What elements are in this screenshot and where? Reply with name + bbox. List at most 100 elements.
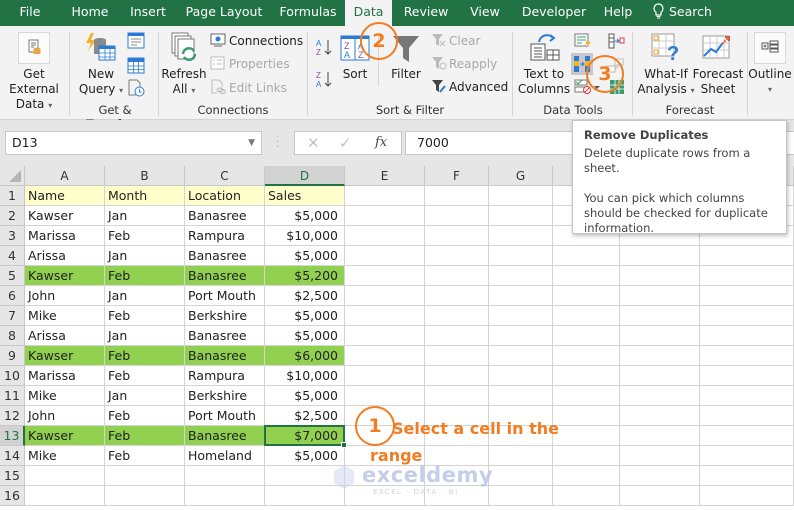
- sort-z-to-a-icon[interactable]: ZA: [315, 70, 333, 93]
- cell-b5[interactable]: Feb: [105, 266, 185, 286]
- cell-empty[interactable]: [345, 366, 425, 386]
- cell-c10[interactable]: Rampura: [185, 366, 265, 386]
- cell-a13[interactable]: Kawser: [25, 426, 105, 446]
- cell-b3[interactable]: Feb: [105, 226, 185, 246]
- cell-empty[interactable]: [489, 486, 553, 506]
- column-header-d[interactable]: D: [265, 166, 345, 186]
- column-header-g[interactable]: G: [489, 166, 553, 186]
- cell-empty[interactable]: [553, 426, 620, 446]
- cell-d9[interactable]: $6,000: [265, 346, 345, 366]
- consolidate-icon[interactable]: [607, 33, 625, 52]
- cell-empty[interactable]: [489, 246, 553, 266]
- recent-sources-icon[interactable]: [127, 79, 145, 100]
- cell-c5[interactable]: Banasree: [185, 266, 265, 286]
- name-box[interactable]: D13 ▼: [5, 131, 262, 155]
- cell-a10[interactable]: Marissa: [25, 366, 105, 386]
- cell-empty[interactable]: [489, 446, 553, 466]
- text-to-columns-button[interactable]: Text to Columns: [516, 67, 572, 97]
- cell-empty[interactable]: [345, 246, 425, 266]
- cell-b16[interactable]: [105, 486, 185, 506]
- reapply-button[interactable]: Reapply: [431, 56, 497, 72]
- cell-empty[interactable]: [553, 266, 620, 286]
- cell-empty[interactable]: [700, 266, 794, 286]
- cell-a8[interactable]: Arissa: [25, 326, 105, 346]
- cell-empty[interactable]: [425, 386, 489, 406]
- cell-c1[interactable]: Location: [185, 186, 265, 206]
- cell-empty[interactable]: [620, 386, 700, 406]
- cell-a15[interactable]: [25, 466, 105, 486]
- row-header[interactable]: 10: [0, 366, 25, 386]
- sort-a-to-z-icon[interactable]: AZ: [315, 38, 333, 61]
- cell-empty[interactable]: [620, 326, 700, 346]
- cell-c13[interactable]: Banasree: [185, 426, 265, 446]
- cell-empty[interactable]: [700, 326, 794, 346]
- cell-a1[interactable]: Name: [25, 186, 105, 206]
- cell-d3[interactable]: $10,000: [265, 226, 345, 246]
- cell-empty[interactable]: [620, 346, 700, 366]
- cancel-icon[interactable]: ✕: [307, 134, 320, 152]
- cell-empty[interactable]: [700, 426, 794, 446]
- cell-empty[interactable]: [700, 286, 794, 306]
- cell-b11[interactable]: Jan: [105, 386, 185, 406]
- row-header[interactable]: 1: [0, 186, 25, 206]
- row-header[interactable]: 13: [0, 426, 25, 446]
- cell-c9[interactable]: Banasree: [185, 346, 265, 366]
- cell-b15[interactable]: [105, 466, 185, 486]
- refresh-all-button[interactable]: Refresh All ▾: [160, 67, 208, 98]
- row-header[interactable]: 9: [0, 346, 25, 366]
- row-header[interactable]: 16: [0, 486, 25, 506]
- cell-c16[interactable]: [185, 486, 265, 506]
- cell-empty[interactable]: [425, 186, 489, 206]
- cell-empty[interactable]: [553, 486, 620, 506]
- cell-empty[interactable]: [425, 246, 489, 266]
- cell-d2[interactable]: $5,000: [265, 206, 345, 226]
- cell-empty[interactable]: [620, 446, 700, 466]
- cell-b4[interactable]: Jan: [105, 246, 185, 266]
- cell-empty[interactable]: [345, 226, 425, 246]
- cell-empty[interactable]: [553, 326, 620, 346]
- row-header[interactable]: 11: [0, 386, 25, 406]
- tab-view[interactable]: View: [464, 0, 506, 26]
- cell-empty[interactable]: [425, 346, 489, 366]
- cell-empty[interactable]: [620, 486, 700, 506]
- cell-empty[interactable]: [620, 366, 700, 386]
- get-external-data-button[interactable]: Get External Data ▾: [0, 67, 68, 113]
- row-header[interactable]: 8: [0, 326, 25, 346]
- cell-empty[interactable]: [620, 406, 700, 426]
- cell-c4[interactable]: Banasree: [185, 246, 265, 266]
- cell-b2[interactable]: Jan: [105, 206, 185, 226]
- cell-empty[interactable]: [425, 366, 489, 386]
- row-header[interactable]: 3: [0, 226, 25, 246]
- edit-links-button[interactable]: Edit Links: [210, 79, 287, 96]
- cell-empty[interactable]: [345, 346, 425, 366]
- column-header-b[interactable]: B: [105, 166, 185, 186]
- tab-home[interactable]: Home: [64, 0, 116, 26]
- cell-empty[interactable]: [425, 206, 489, 226]
- cell-empty[interactable]: [553, 406, 620, 426]
- cell-a5[interactable]: Kawser: [25, 266, 105, 286]
- cell-empty[interactable]: [489, 266, 553, 286]
- cell-a6[interactable]: John: [25, 286, 105, 306]
- cell-d1[interactable]: Sales: [265, 186, 345, 206]
- row-header[interactable]: 14: [0, 446, 25, 466]
- cell-empty[interactable]: [700, 446, 794, 466]
- tab-insert[interactable]: Insert: [124, 0, 172, 26]
- cell-empty[interactable]: [553, 346, 620, 366]
- column-header-c[interactable]: C: [185, 166, 265, 186]
- cell-d4[interactable]: $5,000: [265, 246, 345, 266]
- cell-empty[interactable]: [620, 466, 700, 486]
- cell-b6[interactable]: Jan: [105, 286, 185, 306]
- tab-file[interactable]: File: [8, 0, 52, 26]
- tab-developer[interactable]: Developer: [518, 0, 590, 26]
- cell-d8[interactable]: $5,000: [265, 326, 345, 346]
- cell-empty[interactable]: [620, 306, 700, 326]
- cell-d13[interactable]: $7,000: [265, 426, 345, 446]
- cell-empty[interactable]: [700, 346, 794, 366]
- properties-button[interactable]: Properties: [210, 56, 290, 72]
- cell-a3[interactable]: Marissa: [25, 226, 105, 246]
- cell-empty[interactable]: [489, 366, 553, 386]
- cell-c8[interactable]: Banasree: [185, 326, 265, 346]
- enter-icon[interactable]: ✓: [339, 134, 352, 152]
- cell-empty[interactable]: [620, 286, 700, 306]
- cell-empty[interactable]: [425, 326, 489, 346]
